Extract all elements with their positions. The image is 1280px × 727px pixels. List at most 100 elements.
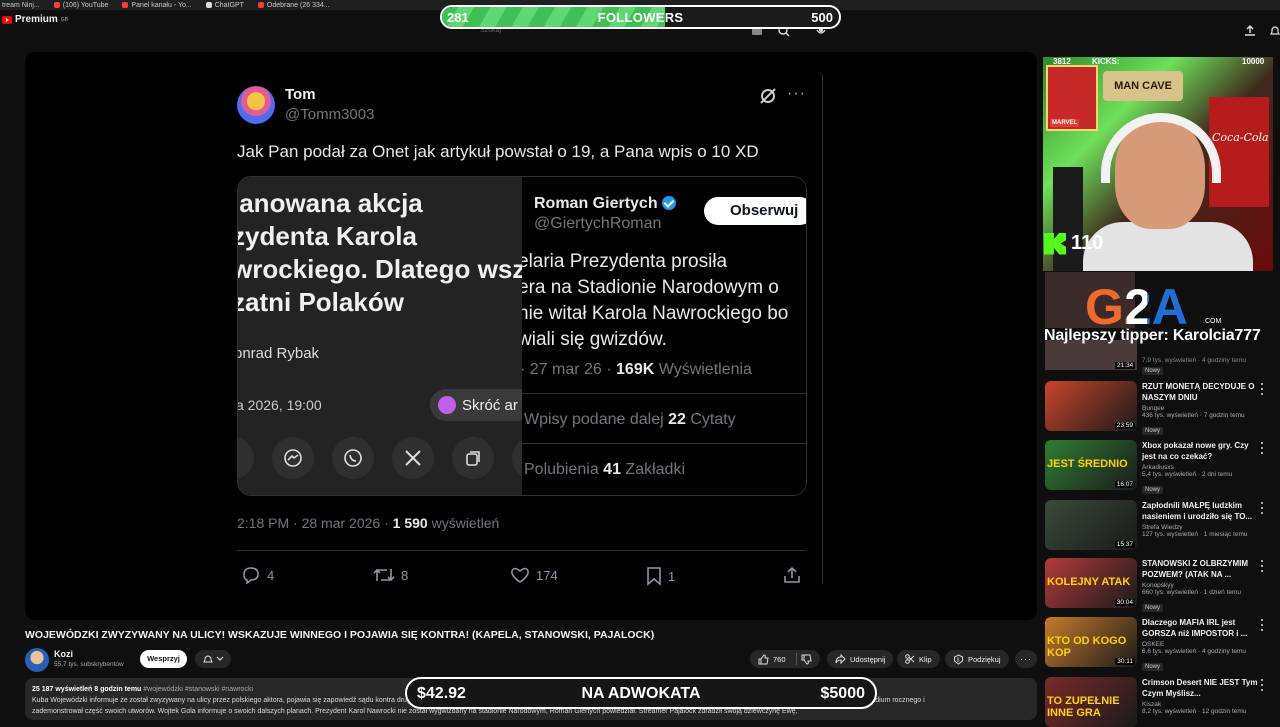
recommendation-thumbnail[interactable]: KTO OD KOGO KOP 30:11 (1045, 617, 1137, 667)
bookmarks-label: Zakładki (620, 461, 685, 478)
like-count: 760 (773, 654, 786, 664)
scissors-icon (905, 654, 915, 664)
tweet-card: Tom @Tomm3003 ··· Jak Pan podał za Onet … (235, 72, 810, 612)
share-button[interactable]: Udostępnij (827, 650, 894, 668)
recommendation-info[interactable]: RZUT MONETĄ DECYDUJE O NASZYM DNIU Bungee… (1142, 381, 1262, 437)
kicks-counter-right: 10000 (1242, 57, 1265, 66)
quoted-author-handle: @GiertychRoman (534, 215, 662, 232)
channel-avatar[interactable] (25, 648, 49, 672)
recommendation-info[interactable]: Dlaczego MAFIA IRL jest GORSZA niż IMPOS… (1142, 617, 1262, 673)
tweet-time: 2:18 PM · 28 mar 2026 · (237, 515, 393, 531)
ai-icon (438, 396, 456, 414)
video-duration: 30:04 (1114, 599, 1135, 606)
youtube-premium-logo[interactable]: Premium GB (2, 14, 68, 25)
recommendation-info[interactable]: Crimson Desert NIE JEST Tym Czym Myślisz… (1142, 677, 1262, 715)
recommendation-info[interactable]: Xbox pokazał nowe gry. Czy jest na co cz… (1142, 440, 1262, 496)
recommendation-info[interactable]: Zapłodnili MAŁPĘ ludzkim nasieniem i uro… (1142, 500, 1262, 538)
more-vertical-icon[interactable] (1259, 679, 1265, 691)
clip-button[interactable]: Klip (897, 650, 940, 668)
recommendation-title: Xbox pokazał nowe gry. Czy jest na co cz… (1142, 441, 1249, 461)
recommendation-channel[interactable]: Kiszak (1142, 701, 1262, 708)
kicks-label: KICKS: (1092, 57, 1120, 66)
video-player[interactable]: Tom @Tomm3003 ··· Jak Pan podał za Onet … (25, 52, 1037, 620)
article-headline: lanowana akcja zydenta Karola wrockiego.… (238, 187, 522, 319)
like-button[interactable]: 760 (750, 650, 820, 668)
channel-name[interactable]: Kozi (54, 649, 73, 659)
heart-icon (511, 567, 529, 583)
thanks-icon: $ (954, 653, 963, 665)
recommendation-meta: 660 tys. wyświetleń · 1 dzień temu (1142, 589, 1241, 596)
kick-viewer-count: 110 (1071, 232, 1104, 254)
messenger-icon (272, 437, 314, 479)
share-label: Udostępnij (850, 654, 886, 664)
recommendation-channel[interactable]: Strefa Wiedzy (1142, 524, 1262, 531)
fridge: Coca-Cola (1209, 97, 1269, 207)
more-actions-button[interactable]: ··· (1015, 650, 1037, 668)
new-badge: Nowy (1142, 367, 1164, 375)
divider (522, 393, 806, 394)
hashtags[interactable]: #wojewódzki #stanowski #nawrocki (143, 686, 253, 693)
recommendation-channel[interactable]: Arkadiusxs (1142, 464, 1262, 471)
recommendation-title: STANOWSKI Z OLBRZYMIM POZWEM? (ATAK NA .… (1142, 559, 1249, 579)
thumbs-up-icon (758, 653, 769, 664)
recommendation-meta: 5,4 tys. wyświetleń · 2 dni temu (1142, 471, 1233, 478)
video-duration: 15:37 (1114, 541, 1135, 548)
reply-icon (243, 567, 259, 584)
more-vertical-icon[interactable] (1259, 442, 1265, 454)
logo-text: Premium (15, 14, 58, 25)
chatgpt-icon (205, 2, 212, 8)
thumbnail-caption: KTO OD KOGO KOP (1047, 635, 1127, 659)
recommendation-thumbnail[interactable]: 15:37 (1045, 500, 1137, 550)
top-tipper-label: Najlepszy tipper: Karolcia777 (1044, 327, 1261, 344)
retweet-action: 8 (373, 566, 408, 584)
quoted-views-label: Wyświetlenia (654, 361, 752, 378)
recommendation-thumbnail[interactable]: KOLEJNY ATAK 30:04 (1045, 558, 1137, 608)
upload-icon[interactable] (1243, 24, 1257, 38)
thumbnail-caption: JEST ŚREDNIO (1047, 458, 1128, 470)
bookmark-label: tream Ninj... (2, 1, 40, 9)
recommendation-channel[interactable]: OSKEE (1142, 641, 1262, 648)
tweet-views: 1 590 (392, 515, 428, 531)
followers-label: FOLLOWERS (597, 10, 684, 25)
video-duration: 16:07 (1114, 481, 1135, 488)
bookmark-label: (106) YouTube (62, 1, 109, 9)
support-button[interactable]: Wesprzyj (140, 650, 187, 668)
recommendation-thumbnail[interactable]: 23:59 (1045, 381, 1137, 431)
bookmark-item[interactable]: tream Ninj... (2, 2, 40, 9)
share-arrow-icon (835, 654, 846, 664)
more-vertical-icon[interactable] (1259, 383, 1265, 395)
whatsapp-icon (332, 437, 374, 479)
notifications-icon[interactable] (1268, 24, 1280, 38)
bookmark-item[interactable]: (106) YouTube (53, 1, 109, 9)
poster-tag: MARVEL (1050, 119, 1080, 127)
bookmark-item[interactable]: Odebrane (26 334... (257, 2, 330, 9)
recommendation-thumbnail[interactable]: JEST ŚREDNIO 16:07 (1045, 440, 1137, 490)
bookmark-count: 1 (668, 568, 676, 584)
retweet-count: 8 (401, 567, 409, 583)
thumbnail-caption: KOLEJNY ATAK (1047, 576, 1131, 588)
quoted-views: 169K (616, 361, 655, 378)
chevron-down-icon (216, 656, 223, 661)
tweet-views-label: wyświetleń (427, 515, 500, 531)
new-badge: Nowy (1142, 427, 1164, 435)
bookmark-icon (647, 567, 661, 586)
divider (822, 74, 823, 584)
bookmark-item[interactable]: ChatGPT (205, 2, 244, 9)
thumbnail-caption: TO ZUPEŁNIE INNE GRA (1047, 695, 1120, 719)
new-badge: Nowy (1142, 604, 1164, 612)
more-vertical-icon[interactable] (1259, 619, 1265, 631)
likes-label: Polubienia (524, 461, 604, 478)
more-vertical-icon[interactable] (1259, 502, 1265, 514)
copy-icon (452, 437, 494, 479)
thanks-button[interactable]: $ Podziękuj (945, 650, 1009, 668)
recommendation-info[interactable]: STANOWSKI Z OLBRZYMIM POZWEM? (ATAK NA .… (1142, 558, 1262, 614)
bookmark-item[interactable]: Panel kanału - Yo... (122, 2, 192, 9)
quoted-author-name: Roman Giertych (534, 195, 658, 212)
tweet-avatar (237, 86, 275, 124)
more-vertical-icon[interactable] (1259, 560, 1265, 572)
recommendation-channel[interactable]: Konopskyy (1142, 582, 1262, 589)
article-screenshot: lanowana akcja zydenta Karola wrockiego.… (238, 177, 522, 495)
recommendation-channel[interactable]: Bungee (1142, 405, 1262, 412)
divider (522, 443, 806, 444)
subscribe-notifications-button[interactable] (195, 650, 231, 668)
